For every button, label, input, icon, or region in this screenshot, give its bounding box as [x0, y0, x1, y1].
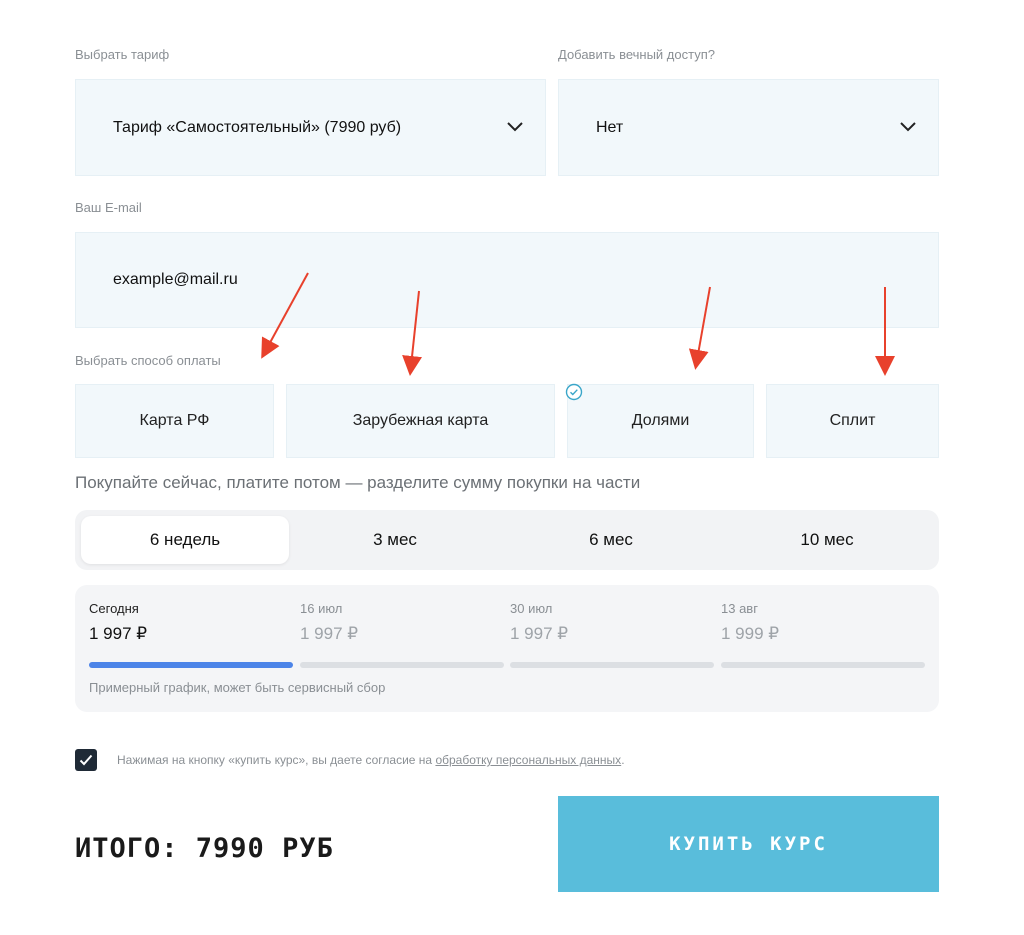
schedule-item: 16 июл 1 997 ₽ [300, 601, 504, 668]
schedule-date: 13 авг [721, 601, 758, 616]
payment-schedule: Сегодня 1 997 ₽ 16 июл 1 997 ₽ 30 июл 1 … [75, 585, 939, 712]
schedule-progress-bar [721, 662, 925, 668]
annotation-arrow [402, 290, 423, 376]
tab-10-months[interactable]: 10 мес [723, 516, 931, 564]
annotation-arrow [688, 286, 711, 370]
checkmark-icon [79, 754, 93, 766]
consent-text-suffix: . [621, 753, 625, 767]
privacy-policy-link[interactable]: обработку персональных данных [435, 753, 621, 767]
schedule-progress-bar [89, 662, 293, 668]
annotation-arrow [261, 272, 309, 359]
schedule-date: Сегодня [89, 601, 139, 616]
schedule-note: Примерный график, может быть сервисный с… [89, 680, 386, 695]
schedule-amount: 1 997 ₽ [300, 624, 359, 643]
schedule-progress-bar [300, 662, 504, 668]
schedule-date: 16 июл [300, 601, 343, 616]
schedule-amount: 1 997 ₽ [510, 624, 569, 643]
installment-period-tabs: 6 недель 3 мес 6 мес 10 мес [75, 510, 939, 570]
consent-text-main: Нажимая на кнопку «купить курс», вы дает… [117, 753, 436, 767]
consent-text: Нажимая на кнопку «купить курс», вы дает… [117, 753, 625, 767]
schedule-amount: 1 999 ₽ [721, 624, 780, 643]
schedule-item: 30 июл 1 997 ₽ [510, 601, 714, 668]
tab-6-months[interactable]: 6 мес [507, 516, 715, 564]
schedule-date: 30 июл [510, 601, 553, 616]
schedule-item: 13 авг 1 999 ₽ [721, 601, 925, 668]
schedule-amount: 1 997 ₽ [89, 624, 148, 643]
installments-promo: Покупайте сейчас, платите потом — раздел… [75, 473, 641, 492]
tab-6-weeks[interactable]: 6 недель [81, 516, 289, 564]
order-total: ИТОГО: 7990 РУБ [75, 833, 334, 864]
tab-3-months[interactable]: 3 мес [291, 516, 499, 564]
annotation-arrows [261, 272, 895, 376]
consent-checkbox[interactable] [75, 749, 97, 771]
buy-course-button[interactable]: КУПИТЬ КУРС [558, 796, 939, 892]
schedule-item: Сегодня 1 997 ₽ [89, 601, 293, 668]
schedule-progress-bar [510, 662, 714, 668]
